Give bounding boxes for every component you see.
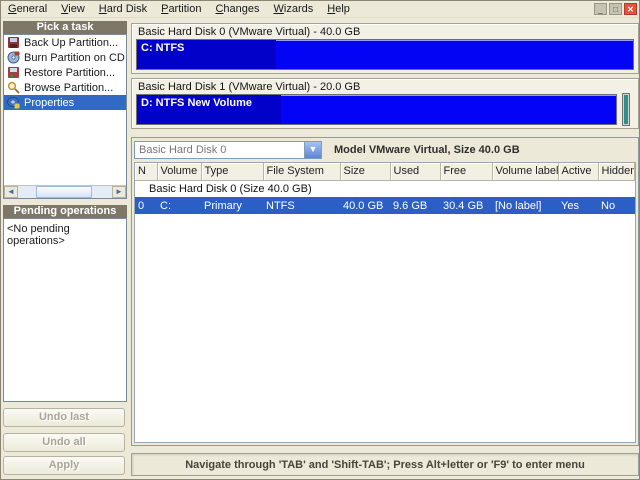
disk-1-title: Basic Hard Disk 1 (VMware Virtual) - 20.… [138,81,361,93]
menu-bar: General View Hard Disk Partition Changes… [1,1,639,18]
task-backup-partition[interactable]: Back Up Partition... [4,35,126,50]
pending-operations-list[interactable]: <No pending operations> [3,218,127,402]
table-header-row: N Volume Type File System Size Used Free… [135,163,635,181]
task-browse-partition[interactable]: Browse Partition... [4,80,126,95]
disk-select-dropdown[interactable]: Basic Hard Disk 0 ▼ [134,141,322,159]
menu-help[interactable]: Help [320,2,357,16]
task-restore-partition[interactable]: Restore Partition... [4,65,126,80]
disk-group-row-label: Basic Hard Disk 0 (Size 40.0 GB) [135,180,635,197]
col-hidden[interactable]: Hidden [598,163,635,181]
disk-1-partition-bar[interactable]: D: NTFS New Volume [136,94,617,125]
col-used[interactable]: Used [390,163,441,181]
task-label: Back Up Partition... [24,36,119,49]
volume-table: N Volume Type File System Size Used Free… [134,162,636,443]
scroll-left-icon[interactable]: ◄ [4,186,18,198]
cell-size: 40.0 GB [343,199,384,212]
col-type[interactable]: Type [201,163,264,181]
cell-active: Yes [561,199,579,212]
disk-selector-row: Basic Hard Disk 0 ▼ Model VMware Virtual… [134,140,636,160]
col-file-system[interactable]: File System [263,163,341,181]
cell-volume: C: [160,199,171,212]
cell-used: 9.6 GB [393,199,428,212]
pending-empty-text: <No pending operations> [7,223,70,247]
minimize-button-icon[interactable]: _ [594,3,607,15]
disk-0-title: Basic Hard Disk 0 (VMware Virtual) - 40.… [138,26,361,38]
pick-a-task-header: Pick a task [3,21,127,34]
task-label: Browse Partition... [24,81,114,94]
status-bar: Navigate through 'TAB' and 'Shift-TAB'; … [131,453,639,476]
disk-1-unallocated-strip[interactable] [623,94,629,125]
task-label: Properties [24,96,75,109]
restore-partition-icon [8,67,19,78]
browse-partition-icon [7,81,20,94]
cell-free: 30.4 GB [443,199,484,212]
status-text: Navigate through 'TAB' and 'Shift-TAB'; … [185,458,585,471]
cell-hidden: No [601,199,616,212]
disk-map-0: Basic Hard Disk 0 (VMware Virtual) - 40.… [131,23,639,74]
scroll-right-icon[interactable]: ► [112,186,126,198]
task-label: Restore Partition... [24,66,116,79]
task-list: Back Up Partition... Burn Partition on C… [3,34,127,199]
horizontal-scrollbar[interactable]: ◄ ► [4,185,126,198]
window-controls: _ □ ✕ [594,3,639,15]
undo-all-button[interactable]: Undo all [3,433,125,452]
cell-file-system: NTFS [266,199,295,212]
volume-list-panel: Basic Hard Disk 0 ▼ Model VMware Virtual… [131,137,639,446]
close-button-icon[interactable]: ✕ [624,3,637,15]
menu-changes[interactable]: Changes [208,2,266,16]
pending-operations-header: Pending operations [3,205,127,218]
backup-partition-icon [8,37,19,48]
undo-last-button[interactable]: Undo last [3,408,125,427]
menu-hard-disk[interactable]: Hard Disk [92,2,154,16]
apply-button[interactable]: Apply [3,456,125,475]
menu-wizards[interactable]: Wizards [267,2,321,16]
disk-group-row: Basic Hard Disk 0 (Size 40.0 GB) [135,180,635,197]
menu-view[interactable]: View [54,2,92,16]
task-burn-partition-cd[interactable]: Burn Partition on CD c [4,50,126,65]
menu-partition[interactable]: Partition [154,2,208,16]
col-free[interactable]: Free [440,163,493,181]
maximize-button-icon[interactable]: □ [609,3,622,15]
menu-general[interactable]: General [1,2,54,16]
col-n[interactable]: N [135,163,158,181]
disk-0-partition-bar[interactable]: C: NTFS [136,39,634,70]
col-size[interactable]: Size [340,163,391,181]
cell-type: Primary [204,199,242,212]
disk-1-partition-label: D: NTFS New Volume [141,97,253,109]
disk-map-1: Basic Hard Disk 1 (VMware Virtual) - 20.… [131,78,639,129]
disk-model-info: Model VMware Virtual, Size 40.0 GB [334,144,520,156]
cell-n: 0 [138,199,145,212]
task-properties[interactable]: Properties [4,95,126,110]
cell-volume-label: [No label] [495,199,542,212]
properties-icon [7,97,20,109]
chevron-down-icon[interactable]: ▼ [304,142,321,158]
table-row[interactable]: 0 C: Primary NTFS 40.0 GB 9.6 GB 30.4 GB… [135,197,635,214]
col-volume-label[interactable]: Volume label [492,163,559,181]
col-active[interactable]: Active [558,163,599,181]
application-window: General View Hard Disk Partition Changes… [0,0,640,480]
scrollbar-thumb[interactable] [36,186,92,198]
col-volume[interactable]: Volume [157,163,202,181]
burn-cd-icon [7,51,20,64]
disk-select-value: Basic Hard Disk 0 [139,144,227,156]
disk-0-partition-label: C: NTFS [141,42,185,54]
task-label: Burn Partition on CD c [24,51,126,64]
